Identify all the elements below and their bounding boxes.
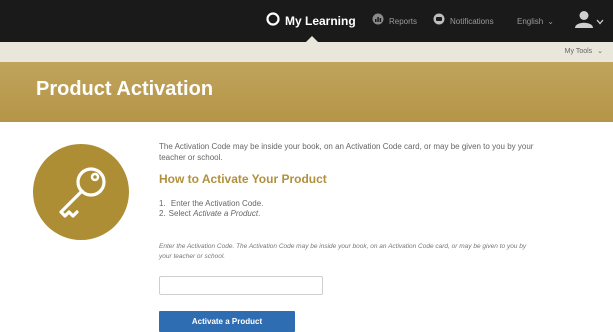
list-item: 1. Enter the Activation Code. [159,199,264,208]
intro-text: The Activation Code may be inside your b… [159,142,534,162]
key-icon-badge [33,144,129,240]
nav-reports-label: Reports [389,16,418,26]
page-title: Product Activation [36,78,214,100]
key-icon [33,167,129,244]
nav-reports[interactable]: Reports [372,0,417,42]
secondary-nav-bar: My Tools ⌄ [0,42,613,62]
top-nav-bar: My Learning Reports Notifications Englis… [0,0,613,42]
chevron-down-icon: ⌄ [597,48,603,55]
reports-icon [372,12,384,30]
user-icon [574,10,594,33]
activation-code-hint: Enter the Activation Code. The Activatio… [159,243,527,260]
language-selector[interactable]: English ⌄ [517,0,554,42]
my-tools-label: My Tools [564,48,593,55]
chevron-down-icon [596,12,604,30]
activate-product-button[interactable]: Activate a Product [159,311,295,332]
my-tools-menu[interactable]: My Tools ⌄ [565,47,603,55]
language-label: English [517,16,544,26]
user-menu[interactable] [574,8,604,34]
list-item: 2. Select Activate a Product. [159,209,261,218]
page-banner: Product Activation [0,62,613,122]
nav-my-learning-label: My Learning [285,14,356,28]
notifications-icon [433,12,445,30]
nav-notifications-label: Notifications [450,16,494,26]
chevron-down-icon: ⌄ [547,16,554,26]
nav-notifications[interactable]: Notifications [433,0,494,42]
my-learning-icon [266,11,280,31]
steps-list: 1. Enter the Activation Code. 2. Select A… [159,199,263,219]
how-to-heading: How to Activate Your Product [159,172,327,186]
activation-code-input[interactable] [159,276,323,295]
